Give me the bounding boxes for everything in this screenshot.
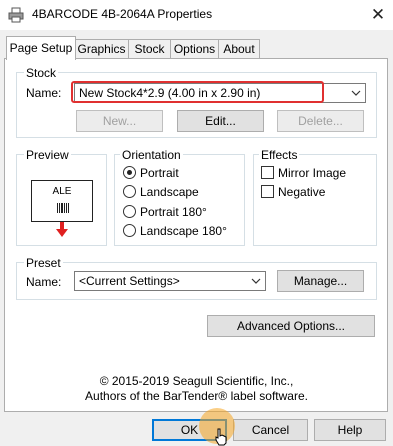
orientation-portrait-180-radio[interactable] bbox=[123, 205, 136, 218]
close-icon: ✕ bbox=[370, 5, 386, 24]
preset-name-value: <Current Settings> bbox=[79, 274, 180, 288]
orientation-portrait-180-label: Portrait 180° bbox=[140, 205, 207, 219]
orientation-landscape-180-radio[interactable] bbox=[123, 224, 136, 237]
orientation-portrait-radio[interactable] bbox=[123, 166, 136, 179]
barcode-icon bbox=[57, 203, 69, 213]
preview-sample-text: ALE bbox=[52, 186, 72, 197]
tab-stock[interactable]: Stock bbox=[128, 39, 171, 59]
preset-name-dropdown[interactable]: <Current Settings> bbox=[74, 271, 266, 291]
effects-group-label: Effects bbox=[259, 148, 300, 162]
orientation-landscape-radio[interactable] bbox=[123, 185, 136, 198]
edit-stock-button[interactable]: Edit... bbox=[177, 110, 264, 132]
delete-stock-button[interactable]: Delete... bbox=[277, 110, 364, 132]
preview-group-label: Preview bbox=[24, 148, 71, 162]
hand-cursor-icon bbox=[215, 428, 227, 446]
label-preview: ALE bbox=[31, 180, 93, 222]
close-button[interactable]: ✕ bbox=[364, 4, 392, 26]
orientation-landscape-label: Landscape bbox=[140, 185, 199, 199]
manage-preset-button[interactable]: Manage... bbox=[277, 270, 364, 292]
help-button[interactable]: Help bbox=[314, 419, 386, 441]
orientation-portrait-label: Portrait bbox=[140, 166, 179, 180]
copyright-text: © 2015-2019 Seagull Scientific, Inc., Au… bbox=[0, 374, 393, 404]
feed-direction-arrow-icon bbox=[56, 222, 68, 237]
advanced-options-button[interactable]: Advanced Options... bbox=[207, 315, 375, 337]
negative-label: Negative bbox=[278, 185, 326, 199]
printer-icon bbox=[8, 7, 24, 23]
preset-name-label: Name: bbox=[26, 275, 62, 289]
stock-group-label: Stock bbox=[24, 66, 59, 80]
highlight-box bbox=[71, 81, 324, 103]
tab-options[interactable]: Options bbox=[170, 39, 219, 59]
tab-about[interactable]: About bbox=[218, 39, 260, 59]
cancel-button[interactable]: Cancel bbox=[233, 419, 308, 441]
chevron-down-icon bbox=[251, 278, 261, 284]
stock-name-label: Name: bbox=[26, 86, 62, 100]
preset-group-label: Preset bbox=[24, 256, 63, 270]
mirror-image-label: Mirror Image bbox=[278, 166, 347, 180]
copyright-line-1: © 2015-2019 Seagull Scientific, Inc., bbox=[99, 374, 294, 388]
orientation-landscape-180-label: Landscape 180° bbox=[140, 224, 227, 238]
window-title: 4BARCODE 4B-2064A Properties bbox=[32, 7, 213, 21]
chevron-down-icon bbox=[351, 90, 361, 96]
mirror-image-checkbox[interactable] bbox=[261, 166, 274, 179]
new-stock-button[interactable]: New... bbox=[76, 110, 163, 132]
negative-checkbox[interactable] bbox=[261, 185, 274, 198]
tab-graphics[interactable]: Graphics bbox=[74, 39, 129, 59]
title-bar: 4BARCODE 4B-2064A Properties ✕ bbox=[0, 0, 393, 30]
tab-page-setup[interactable]: Page Setup bbox=[6, 36, 76, 60]
orientation-group-label: Orientation bbox=[120, 148, 183, 162]
copyright-line-2: Authors of the BarTender® label software… bbox=[85, 389, 308, 403]
